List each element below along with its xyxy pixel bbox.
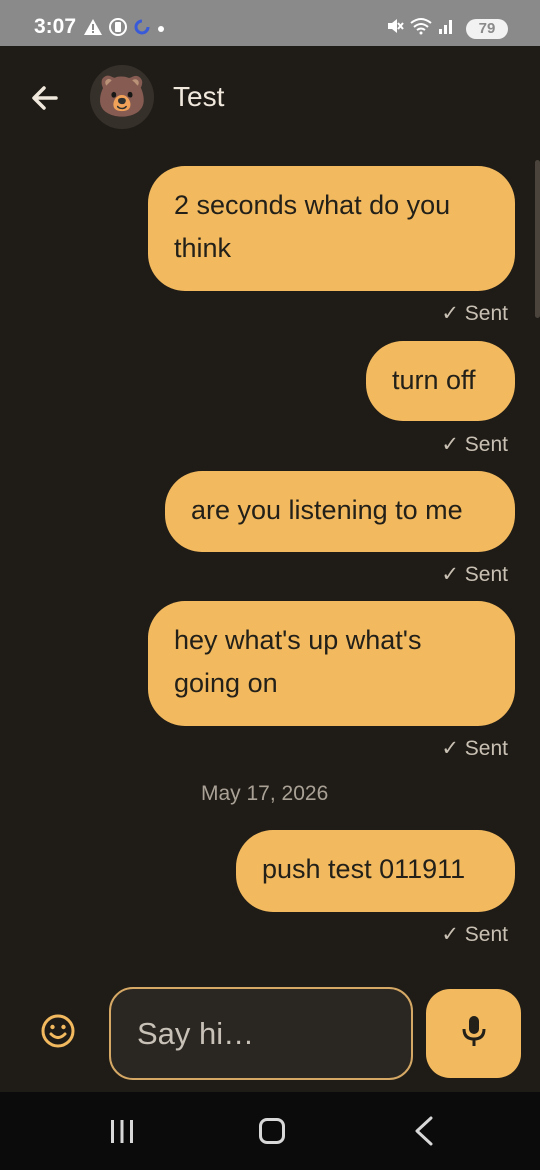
message-text: think [174,233,232,263]
sent-status: ✓ Sent [441,923,508,946]
sync-icon [133,18,151,41]
app-header: 🐻 Test [0,46,540,150]
smiley-icon[interactable] [38,1011,78,1051]
mute-icon [386,17,404,40]
arrow-left-icon[interactable] [28,81,62,115]
message-input[interactable]: Say hi… [109,987,413,1080]
microphone-icon [459,1014,489,1053]
date-separator: May 17, 2026 [201,782,329,805]
nav-bar [0,1092,540,1170]
home-icon[interactable] [259,1118,285,1144]
status-bar: 3:07 79 [0,0,540,46]
composer: Say hi… [0,980,540,1092]
message-text: hey what's up what's [174,625,422,655]
message-text: going on [174,668,278,698]
status-time: 3:07 [34,15,77,38]
message-bubble[interactable]: push test 011911 [236,830,515,912]
sent-status: ✓ Sent [441,737,508,760]
recents-icon[interactable] [108,1119,136,1144]
wifi-icon [410,17,432,40]
sent-status: ✓ Sent [441,433,508,456]
signal-icon [438,18,454,39]
battery-icon: 79 [466,19,508,39]
message-bubble[interactable]: are you listening to me [165,471,515,552]
message-text: are you listening to me [191,495,463,525]
mic-button[interactable] [426,989,521,1078]
message-list: 2 seconds what do you think ✓ Sent turn … [0,150,540,980]
message-text: 2 seconds what do you [174,190,451,220]
message-bubble[interactable]: turn off [366,341,515,421]
vibrate-icon [108,17,128,42]
status-right-icons [386,17,454,40]
back-icon[interactable] [413,1116,435,1146]
message-bubble[interactable]: hey what's up what's going on [148,601,515,726]
warning-icon [83,18,103,41]
sent-status: ✓ Sent [441,302,508,325]
message-text: turn off [392,365,476,395]
avatar[interactable]: 🐻 [90,65,154,129]
contact-name[interactable]: Test [173,81,224,113]
sent-status: ✓ Sent [441,563,508,586]
message-text: push test 011911 [262,854,466,884]
status-left-icons [83,17,166,42]
message-bubble[interactable]: 2 seconds what do you think [148,166,515,291]
dot-icon [156,21,166,39]
